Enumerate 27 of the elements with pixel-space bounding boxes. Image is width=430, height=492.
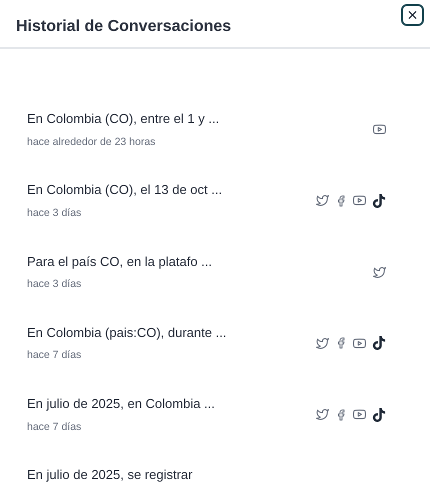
- conversation-title[interactable]: En Colombia (CO), el 13 de oct ...: [27, 180, 222, 200]
- panel-title: Historial de Conversaciones: [16, 17, 232, 37]
- conversation-time: hace 7 días: [27, 420, 82, 434]
- bird-icon: [316, 336, 329, 350]
- facebook-icon: [335, 194, 347, 207]
- facebook-icon: [335, 408, 347, 421]
- conversation-time: hace alrededor de 23 horas: [27, 134, 156, 150]
- conversation-title[interactable]: En Colombia (CO), entre el 1 y ...: [27, 109, 220, 128]
- bird-icon: [373, 266, 386, 279]
- music-note-icon: [372, 336, 386, 350]
- play-icon: [353, 194, 366, 208]
- close-button[interactable]: ×: [401, 4, 424, 26]
- play-icon: [353, 336, 366, 350]
- music-note-icon: [372, 194, 386, 208]
- conversation-time: hace 7 días: [27, 348, 82, 364]
- play-icon: [353, 408, 366, 422]
- facebook-icon: [335, 337, 347, 350]
- conversation-time: hace 3 días: [27, 206, 82, 221]
- conversation-title[interactable]: Para el país CO, en la platafo ...: [27, 252, 212, 271]
- conversation-title[interactable]: En julio de 2025, se registrar: [27, 465, 192, 485]
- bird-icon: [316, 194, 329, 208]
- play-icon: [373, 123, 386, 136]
- bird-icon: [316, 408, 329, 422]
- conversation-title[interactable]: En Colombia (pais:CO), durante ...: [27, 322, 226, 342]
- conversation-time: hace 3 días: [27, 277, 82, 292]
- music-note-icon: [372, 408, 386, 422]
- conversation-title[interactable]: En julio de 2025, en Colombia ...: [27, 394, 215, 414]
